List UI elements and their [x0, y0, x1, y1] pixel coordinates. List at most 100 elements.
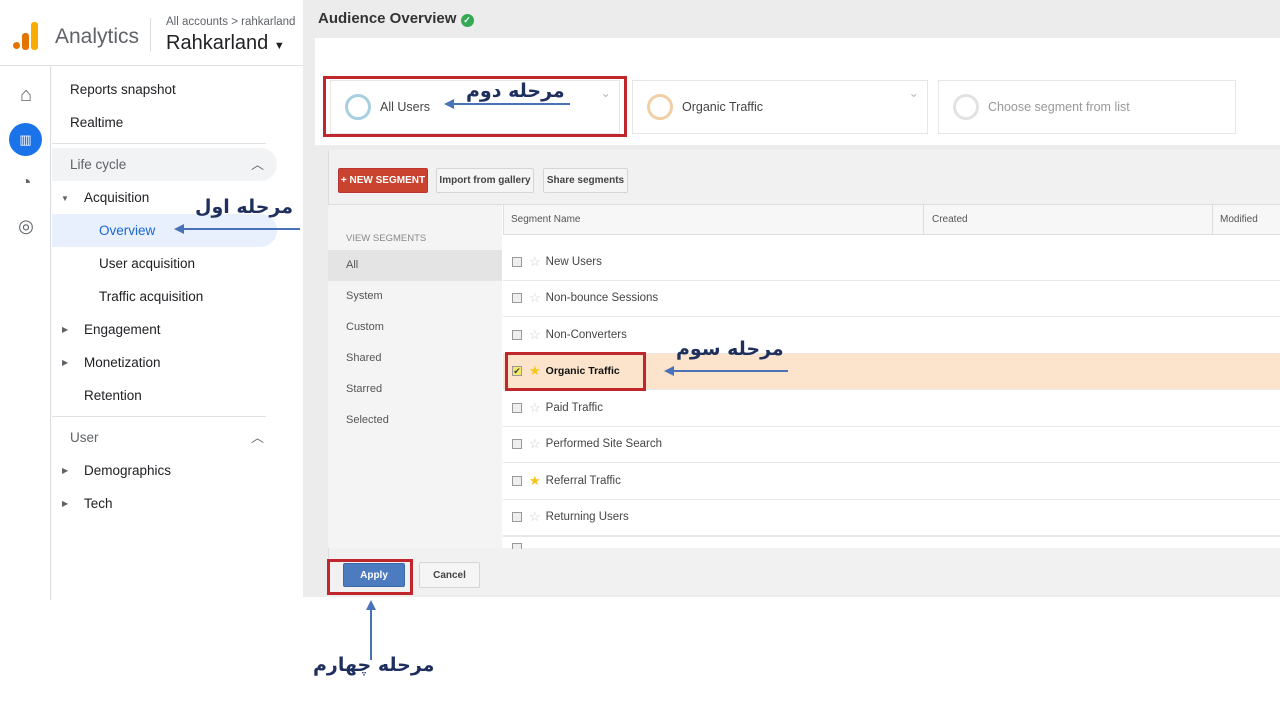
segment-ring-icon	[953, 94, 979, 120]
filter-starred[interactable]: Starred	[346, 383, 382, 395]
nav-demographics[interactable]: Demographics	[84, 463, 171, 478]
explore-icon[interactable]: ◔	[12, 168, 40, 196]
segment-label: Choose segment from list	[988, 100, 1130, 114]
segment-name: Non-bounce Sessions	[545, 292, 659, 305]
arrow-icon	[182, 228, 300, 230]
choose-segment-card[interactable]: Choose segment from list	[938, 80, 1236, 134]
nav-tech[interactable]: Tech	[84, 496, 113, 511]
expand-down-icon[interactable]: ▼	[61, 194, 69, 203]
view-segments-heading: VIEW SEGMENTS	[346, 233, 427, 244]
segment-ring-icon	[647, 94, 673, 120]
nav-engagement[interactable]: Engagement	[84, 322, 161, 337]
filter-all[interactable]: All	[346, 259, 358, 271]
import-gallery-button[interactable]: Import from gallery	[436, 168, 534, 193]
annotation-step4: مرحله چهارم	[313, 654, 435, 676]
segment-row[interactable]: ☆ Paid Traffic	[503, 390, 1280, 427]
share-segments-button[interactable]: Share segments	[543, 168, 628, 193]
segment-row[interactable]: ★ Referral Traffic	[503, 463, 1280, 500]
nav-reports-snapshot[interactable]: Reports snapshot	[70, 82, 176, 97]
star-icon[interactable]: ☆	[529, 400, 541, 416]
checkbox[interactable]	[512, 512, 522, 523]
star-icon[interactable]: ☆	[529, 290, 541, 306]
segment-name: Referral Traffic	[545, 474, 621, 487]
filter-custom[interactable]: Custom	[346, 321, 384, 333]
checkbox[interactable]	[512, 329, 522, 340]
segment-row[interactable]: ☆ Performed Site Search	[503, 426, 1280, 463]
home-icon[interactable]: ⌂	[12, 81, 40, 109]
table-header	[503, 205, 1280, 235]
col-modified[interactable]: Modified	[1220, 214, 1258, 225]
lifecycle-label: Life cycle	[70, 157, 127, 172]
expand-right-icon[interactable]: ▶	[62, 466, 68, 475]
nav-user-acquisition[interactable]: User acquisition	[99, 256, 195, 271]
star-icon[interactable]: ☆	[529, 254, 541, 270]
annotation-step3: مرحله سوم	[676, 338, 784, 360]
checkbox[interactable]	[512, 475, 522, 486]
nav-realtime[interactable]: Realtime	[70, 115, 123, 130]
chevron-up-icon[interactable]: ︿	[251, 154, 264, 173]
segment-name: Paid Traffic	[545, 401, 603, 414]
arrow-icon	[672, 370, 788, 372]
expand-right-icon[interactable]: ▶	[62, 358, 68, 367]
checkbox[interactable]	[512, 256, 522, 267]
star-icon[interactable]: ☆	[529, 327, 541, 343]
segment-row[interactable]: ☆ Non-bounce Sessions	[503, 280, 1280, 317]
checkbox[interactable]	[512, 402, 522, 413]
page-title: Audience Overview ✓	[318, 10, 474, 27]
col-segment-name[interactable]: Segment Name	[511, 214, 580, 225]
segment-row[interactable]: ☆ New Users	[503, 244, 1280, 281]
segment-name: Non-Converters	[545, 328, 627, 341]
segment-row[interactable]: ☆ Non-Converters	[503, 317, 1280, 354]
highlight-box	[327, 559, 413, 595]
arrow-icon	[370, 608, 372, 660]
chevron-down-icon[interactable]: ⌄	[909, 85, 919, 100]
cancel-button[interactable]: Cancel	[419, 562, 480, 588]
highlight-box	[505, 352, 646, 391]
expand-right-icon[interactable]: ▶	[62, 325, 68, 334]
annotation-step1: مرحله اول	[195, 196, 293, 218]
segment-name: Performed Site Search	[545, 438, 662, 451]
property-selector[interactable]: Rahkarland ▼	[166, 32, 285, 55]
nav-retention[interactable]: Retention	[84, 388, 142, 403]
segment-card-organic[interactable]: Organic Traffic ⌄	[632, 80, 928, 134]
analytics-logo-icon	[13, 22, 39, 50]
divider	[52, 143, 266, 144]
segment-label: Organic Traffic	[682, 100, 764, 114]
segment-row[interactable]: ☆ Returning Users	[503, 499, 1280, 536]
nav-overview-label: Overview	[99, 223, 156, 238]
arrow-icon	[452, 103, 570, 105]
checkbox[interactable]	[512, 439, 522, 450]
segment-name: New Users	[545, 255, 602, 268]
dropdown-icon: ▼	[273, 40, 285, 52]
nav-monetization[interactable]: Monetization	[84, 355, 161, 370]
filter-shared[interactable]: Shared	[346, 352, 381, 364]
divider	[150, 18, 151, 52]
breadcrumb[interactable]: All accounts > rahkarland	[166, 16, 295, 28]
star-icon[interactable]: ☆	[529, 509, 541, 525]
nav-overview[interactable]	[52, 214, 277, 247]
star-icon[interactable]: ★	[529, 473, 541, 489]
arrowhead-icon	[444, 99, 454, 109]
user-section-label: User	[70, 430, 99, 445]
reports-icon[interactable]: ▥	[9, 123, 42, 156]
chevron-up-icon[interactable]: ︿	[251, 427, 264, 446]
property-name: Rahkarland	[166, 32, 269, 54]
checkbox[interactable]	[512, 293, 522, 304]
filter-system[interactable]: System	[346, 290, 383, 302]
divider	[52, 416, 266, 417]
segment-name: Returning Users	[545, 511, 629, 524]
expand-right-icon[interactable]: ▶	[62, 499, 68, 508]
new-segment-button[interactable]: + NEW SEGMENT	[338, 168, 428, 193]
nav-traffic-acquisition[interactable]: Traffic acquisition	[99, 289, 203, 304]
arrowhead-icon	[174, 224, 184, 234]
arrowhead-icon	[366, 600, 376, 610]
verified-icon: ✓	[460, 14, 474, 27]
arrowhead-icon	[664, 366, 674, 376]
annotation-step2: مرحله دوم	[466, 80, 565, 102]
app-name: Analytics	[55, 25, 140, 48]
filter-selected[interactable]: Selected	[346, 414, 389, 426]
nav-acquisition[interactable]: Acquisition	[84, 190, 149, 205]
col-created[interactable]: Created	[932, 214, 968, 225]
advertising-icon[interactable]: ◎	[12, 212, 40, 240]
star-icon[interactable]: ☆	[529, 436, 541, 452]
